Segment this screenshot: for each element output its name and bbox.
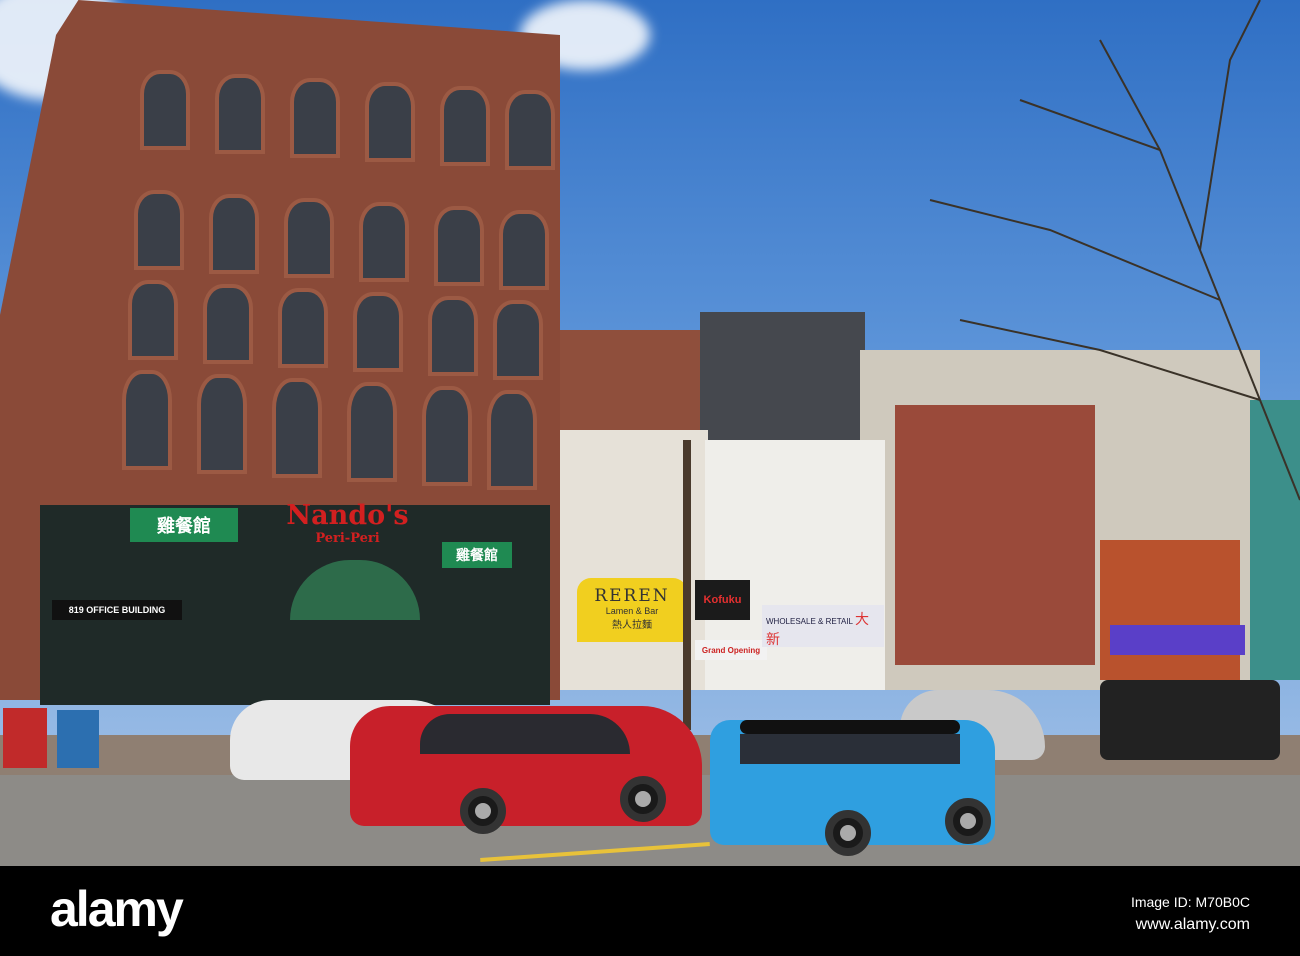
window <box>353 292 403 372</box>
red-prius <box>350 706 702 834</box>
window <box>434 206 484 286</box>
reren-awning: REREN Lamen & Bar 熱人拉麵 <box>577 578 687 642</box>
trash-can-red <box>3 708 47 768</box>
reren-subtitle: Lamen & Bar <box>605 606 659 616</box>
window <box>487 390 537 490</box>
wheel <box>460 788 506 834</box>
wholesale-text: WHOLESALE & RETAIL <box>766 617 853 626</box>
kofuku-sign: Kofuku <box>695 580 750 620</box>
car-windows <box>740 734 960 764</box>
window <box>197 374 247 474</box>
reren-chinese: 熱人拉麵 <box>612 620 652 631</box>
window <box>422 386 472 486</box>
trash-can-blue <box>57 710 99 768</box>
window <box>359 202 409 282</box>
nandos-subtitle: Peri-Peri <box>315 531 380 546</box>
window <box>128 280 178 360</box>
blue-mini-cooper <box>710 720 995 856</box>
wheel <box>620 776 666 822</box>
window <box>140 70 190 150</box>
street-photo: 雞餐館 Nando's Peri-Peri 雞餐館 819 OFFICE BUI… <box>0 0 1300 866</box>
window <box>493 300 543 380</box>
chinese-sign-right: 雞餐館 <box>442 542 512 568</box>
alamy-logo: alamy <box>50 881 184 937</box>
watermark-bar: alamy Image ID: M70B0C www.alamy.com <box>0 866 1300 956</box>
wholesale-sign: WHOLESALE & RETAIL 大新 <box>762 605 884 647</box>
window <box>505 90 555 170</box>
window <box>290 78 340 158</box>
video-billboard <box>1110 625 1245 655</box>
window <box>278 288 328 368</box>
window <box>203 284 253 364</box>
window <box>134 190 184 270</box>
tree-trunk <box>683 440 691 730</box>
window <box>428 296 478 376</box>
alamy-url: www.alamy.com <box>1135 916 1250 933</box>
window <box>272 378 322 478</box>
car-windows <box>420 714 630 754</box>
car-roof <box>740 720 960 734</box>
bare-tree <box>929 0 1300 501</box>
window <box>347 382 397 482</box>
wheel <box>945 798 991 844</box>
chinese-sign-left: 雞餐館 <box>130 508 238 542</box>
chinatown-arch-building <box>1100 540 1240 680</box>
window <box>284 198 334 278</box>
window <box>209 194 259 274</box>
image-id: Image ID: M70B0C <box>1130 894 1250 910</box>
window <box>499 210 549 290</box>
window <box>365 82 415 162</box>
window <box>215 74 265 154</box>
nandos-name: Nando's <box>286 500 409 531</box>
office-building-sign: 819 OFFICE BUILDING <box>52 600 182 620</box>
reren-name: REREN <box>594 586 670 606</box>
window <box>440 86 490 166</box>
nandos-sign: Nando's Peri-Peri <box>275 500 420 546</box>
wheel <box>825 810 871 856</box>
black-pickup-truck <box>1100 680 1280 760</box>
window <box>122 370 172 470</box>
grand-opening-banner: Grand Opening <box>695 640 767 660</box>
